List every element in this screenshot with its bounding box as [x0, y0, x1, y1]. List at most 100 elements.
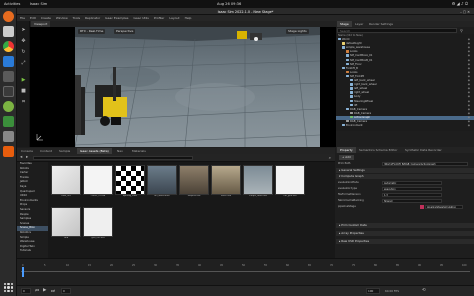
asset-card[interactable]: Carter_v1.usd — [83, 165, 113, 202]
window-controls[interactable]: – ▢ ✕ — [460, 10, 470, 14]
folder-tree-item[interactable]: Tutorials — [17, 249, 48, 254]
stop-icon[interactable]: ■ — [20, 88, 27, 95]
tab-layer[interactable]: Layer — [352, 21, 366, 27]
prim-path-field[interactable]: /World/Forklift_B/RGB_Camera/ActionGraph — [382, 161, 468, 166]
forward-icon[interactable]: ▸ — [26, 155, 28, 160]
system-status-icons[interactable]: ⚙ ◢ ♪ ⏻ — [452, 1, 468, 6]
select-tool-icon[interactable]: ➤ — [20, 27, 27, 34]
section-array-properties[interactable]: ▸ Array Properties — [336, 231, 474, 236]
asset-thumbnail[interactable] — [179, 165, 209, 195]
rotate-tool-icon[interactable]: ↻ — [20, 49, 27, 56]
pipeline-stage-field[interactable]: pipelineStageSimulation — [425, 204, 463, 209]
activities-button[interactable]: Activities — [4, 2, 20, 6]
fabric-cache-dropdown[interactable]: Shared — [382, 198, 442, 203]
section-general[interactable]: ▸ General Settings — [336, 168, 474, 173]
visibility-eye-icon[interactable]: ◉ — [468, 124, 470, 128]
asset-card[interactable]: flat_grid.usd — [275, 165, 305, 202]
section-compute-graph[interactable]: ▾ Compute Graph — [336, 174, 474, 179]
asset-grid[interactable]: Cube_001 Carter_v1.usd apriltag_cube full_w… — [48, 162, 335, 258]
software-icon[interactable] — [3, 116, 14, 127]
rewind-icon[interactable]: ⏮ — [35, 288, 39, 294]
timeline-tick-label: 40 — [198, 264, 202, 267]
play-icon[interactable]: ▶ — [20, 77, 27, 84]
timeline[interactable]: 0 5 10 15 20 25 30 35 40 45 50 55 60 65 70 75 80 85 90 95 10… — [17, 258, 474, 285]
menu-replicator[interactable]: Replicator — [85, 16, 100, 20]
add-button[interactable]: + Add — [339, 155, 354, 160]
chrome-icon[interactable] — [3, 41, 14, 52]
files-icon[interactable] — [3, 26, 14, 37]
menu-create[interactable]: Create — [41, 16, 51, 20]
forward-frame-icon[interactable]: ⏭ — [51, 288, 55, 294]
filter-icon[interactable]: ⚲ — [460, 28, 463, 33]
evaluator-type-field[interactable]: execution — [382, 186, 442, 191]
stage-tree[interactable]: Name (Old to New) World ◉ defaultLight ◉ sim… — [336, 34, 474, 131]
clock[interactable]: Aug 26 09:36 — [217, 2, 241, 6]
scene-render[interactable] — [75, 27, 320, 147]
tab-stage[interactable]: Stage — [337, 21, 352, 27]
vscode-icon[interactable] — [3, 56, 14, 67]
isaac-sim-icon[interactable] — [3, 101, 14, 112]
menu-isaac-utils[interactable]: Isaac Utils — [133, 16, 148, 20]
section-prim-custom-data[interactable]: ▸ Prim Custom Data — [336, 223, 474, 228]
asset-card[interactable]: apriltag_cube — [115, 165, 145, 202]
menu-help[interactable]: Help — [185, 16, 192, 20]
active-app-name[interactable]: Isaac Sim — [30, 2, 47, 6]
asset-label: Carter_v1.usd — [90, 195, 106, 197]
asset-thumbnail[interactable] — [83, 207, 113, 237]
asset-card[interactable]: office.usd — [211, 165, 241, 202]
asset-thumbnail[interactable] — [275, 165, 305, 195]
text-editor-icon[interactable] — [3, 86, 14, 97]
start-frame-field[interactable]: 0 — [21, 288, 31, 294]
move-tool-icon[interactable]: ✥ — [20, 38, 27, 45]
camera-menu[interactable]: Perspective — [114, 29, 136, 34]
asset-folder-tree[interactable]: Favorites Robots Carter Franka Jetbot Kaya Qua… — [17, 162, 48, 258]
asset-card[interactable]: Cube_001 — [51, 165, 81, 202]
asset-card[interactable]: hospital.usd — [179, 165, 209, 202]
asset-thumbnail[interactable] — [147, 165, 177, 195]
timeline-track[interactable] — [21, 271, 470, 272]
asset-card[interactable]: grid_env.usd — [83, 207, 113, 244]
show-applications-icon[interactable] — [4, 283, 13, 292]
menu-layout[interactable]: Layout — [169, 16, 179, 20]
search-icon[interactable]: ⌕ — [329, 155, 331, 160]
current-frame-field[interactable]: 0 — [61, 288, 71, 294]
asset-thumbnail[interactable] — [51, 165, 81, 195]
terminal-icon[interactable] — [3, 71, 14, 82]
play-pause-icon[interactable]: ▶ — [43, 288, 46, 293]
stage-tree-row[interactable]: Environment ◉ — [336, 124, 474, 128]
evaluation-mode-dropdown[interactable]: Automatic — [382, 180, 442, 185]
menu-edit[interactable]: Edit — [30, 16, 36, 20]
asset-card[interactable]: simple_room.usd — [243, 165, 273, 202]
loop-icon[interactable]: ⟲ — [422, 288, 426, 293]
timeline-playhead[interactable] — [22, 267, 24, 277]
file-format-version-field[interactable]: 1.3 — [382, 192, 442, 197]
menu-window[interactable]: Window — [56, 16, 68, 20]
asset-thumbnail[interactable] — [83, 165, 113, 195]
path-field[interactable] — [33, 156, 193, 160]
viewport[interactable]: RTX - Real-Time Perspective Stage Lights — [30, 27, 336, 147]
menu-file[interactable]: File — [20, 16, 25, 20]
firefox-icon[interactable] — [3, 11, 14, 22]
settings-icon[interactable] — [3, 131, 14, 142]
end-frame-field[interactable]: 100 — [366, 288, 380, 294]
asset-label: grid_env.usd — [91, 237, 105, 239]
asset-card[interactable]: full_warehouse — [147, 165, 177, 202]
scale-tool-icon[interactable]: ⤢ — [20, 60, 27, 67]
section-raw-usd[interactable]: ▸ Raw USD Properties — [336, 239, 474, 244]
menu-isaac-examples[interactable]: Isaac Examples — [105, 16, 128, 20]
asset-thumbnail[interactable] — [115, 165, 145, 195]
back-icon[interactable]: ◂ — [20, 155, 22, 160]
lighting-menu[interactable]: Stage Lights — [286, 29, 309, 34]
asset-card[interactable]: Grid — [51, 207, 81, 244]
snap-icon[interactable]: ⌗ — [20, 99, 27, 106]
asset-thumbnail[interactable] — [243, 165, 273, 195]
stage-search-input[interactable]: Search — [337, 28, 457, 33]
tab-render-settings[interactable]: Render Settings — [366, 21, 396, 27]
renderer-menu[interactable]: RTX - Real-Time — [78, 29, 106, 34]
menu-profiler[interactable]: Profiler — [154, 16, 165, 20]
asset-thumbnail[interactable] — [211, 165, 241, 195]
asset-thumbnail[interactable] — [51, 207, 81, 237]
nvidia-omniverse-icon[interactable] — [3, 146, 14, 157]
prim-type-icon — [342, 124, 345, 127]
menu-tools[interactable]: Tools — [73, 16, 80, 20]
